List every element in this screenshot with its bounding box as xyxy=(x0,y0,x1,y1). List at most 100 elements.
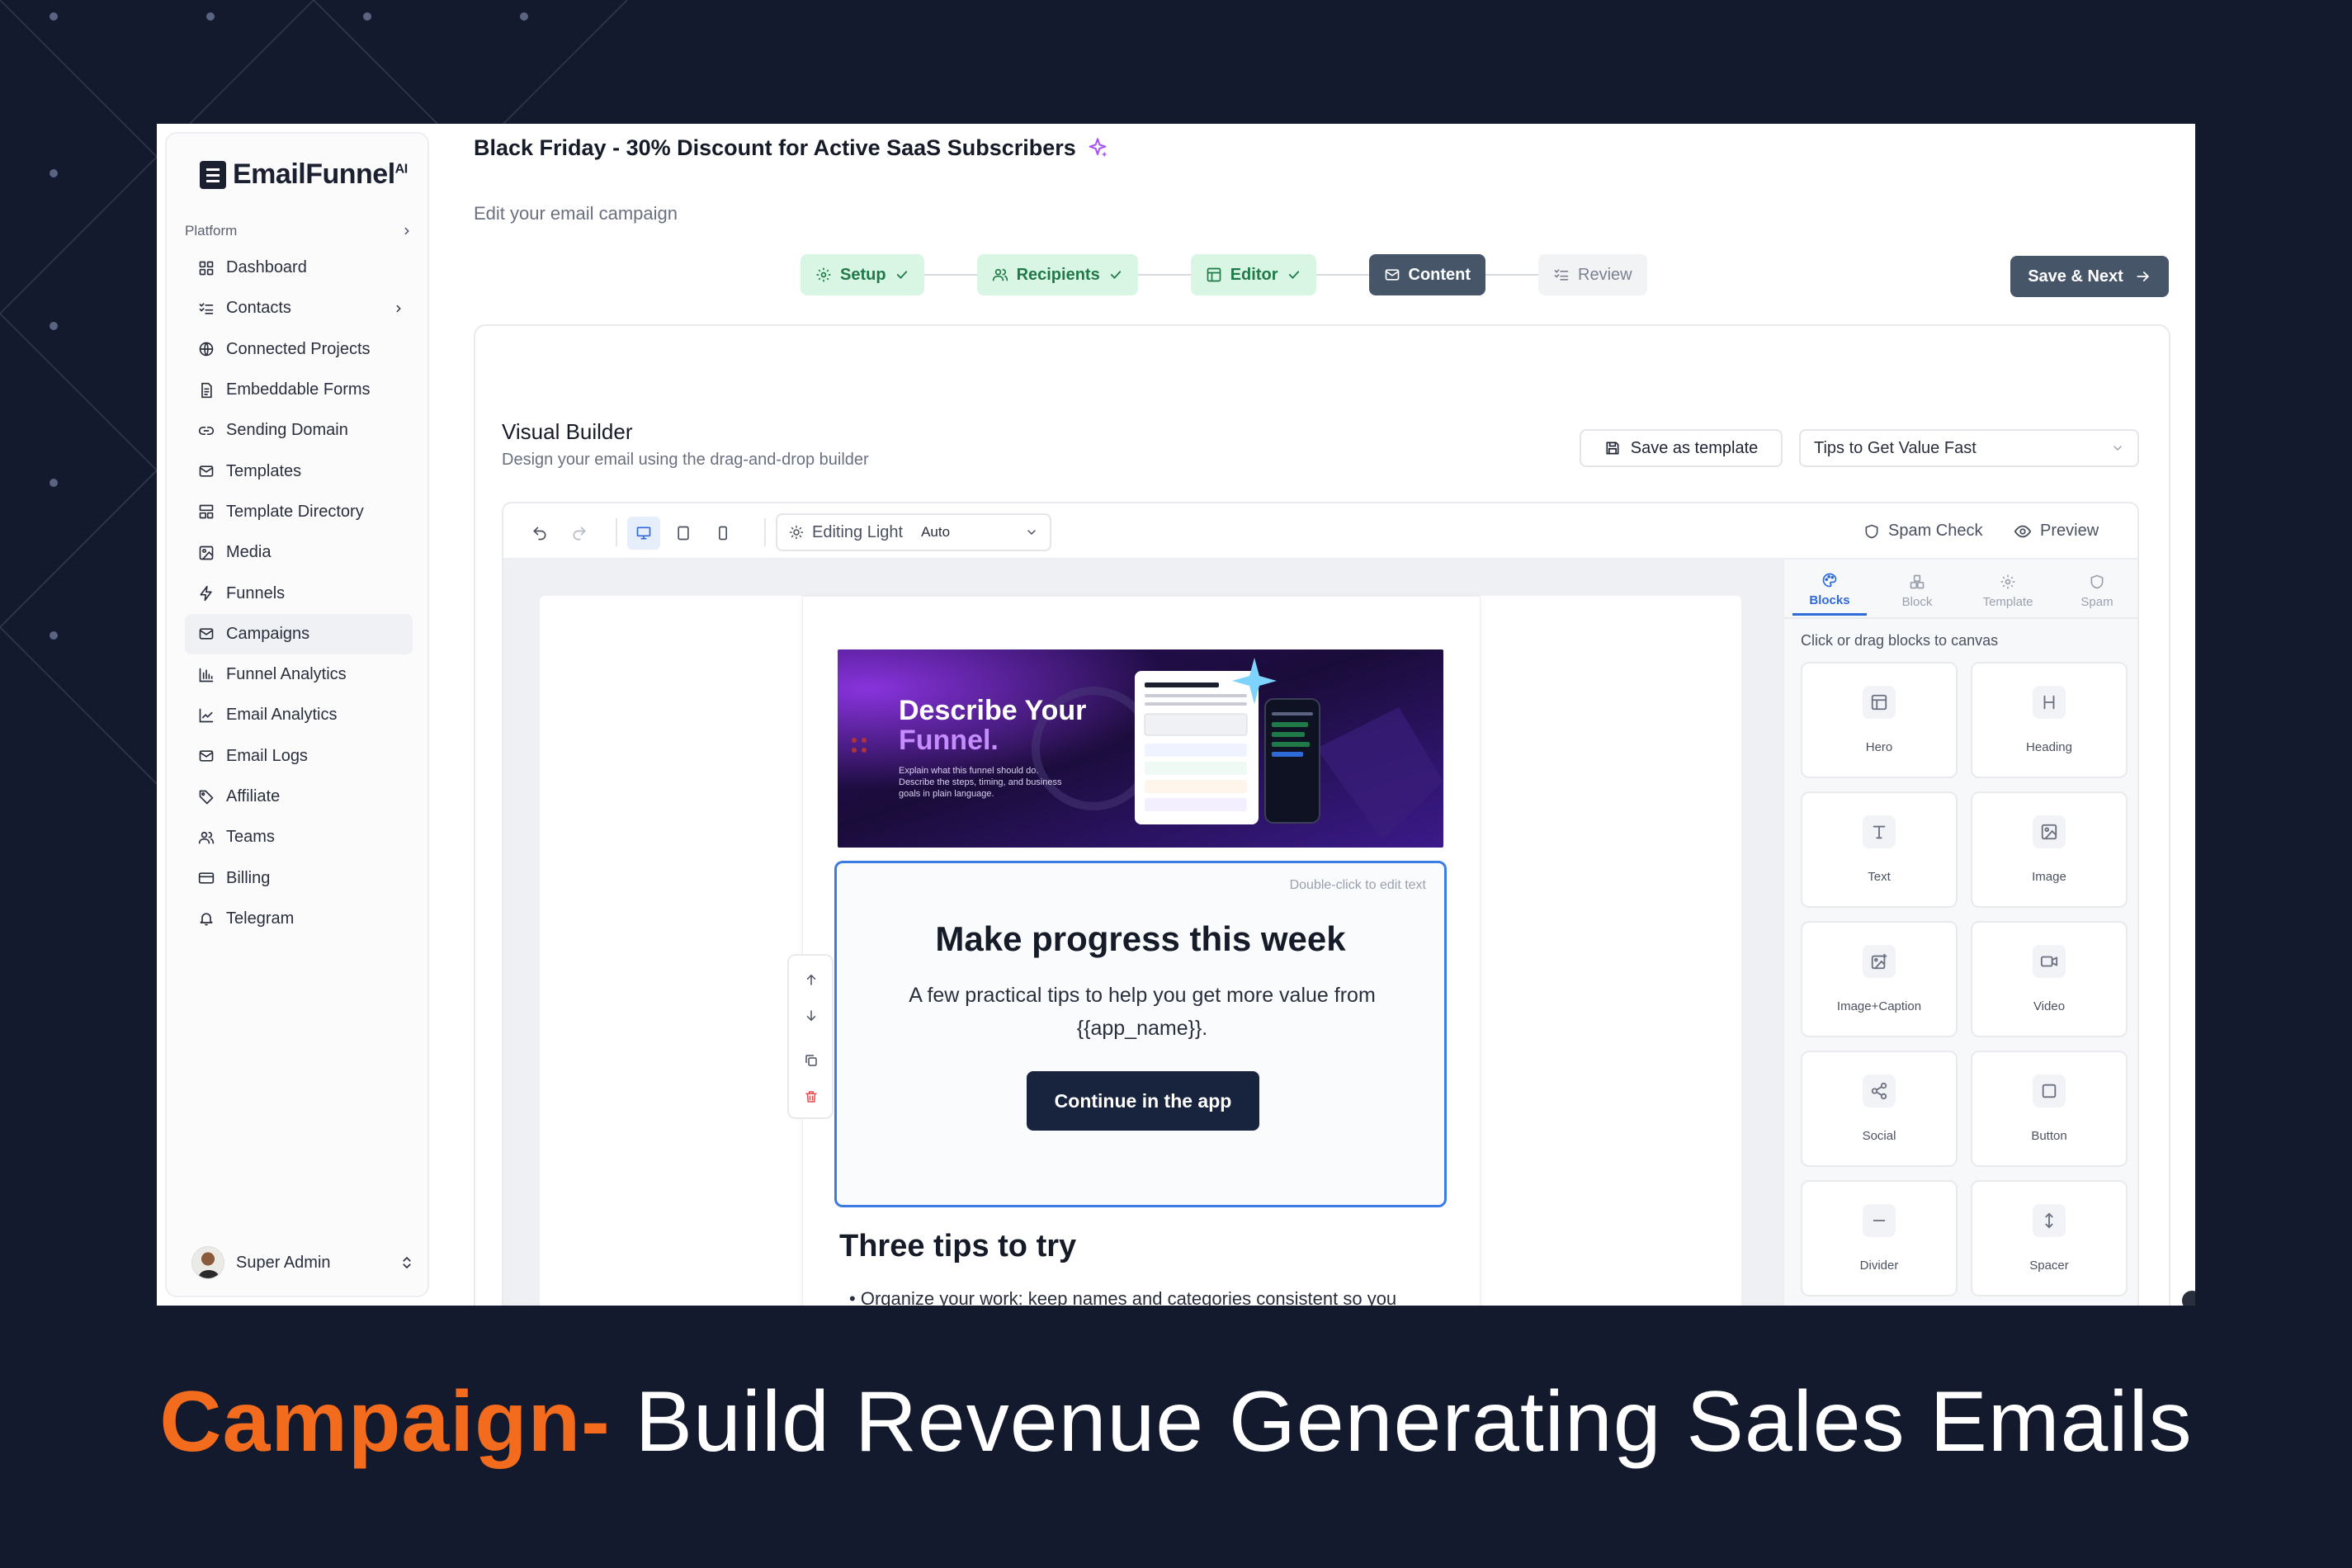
block-actions-toolbar xyxy=(787,954,834,1119)
block-label: Heading xyxy=(2026,740,2072,754)
block-heading[interactable]: Make progress this week xyxy=(837,919,1444,959)
blocks-hint: Click or drag blocks to canvas xyxy=(1801,632,1999,649)
arrow-right-icon xyxy=(2137,272,2149,281)
duplicate-button[interactable] xyxy=(802,1051,820,1070)
save-as-template-button[interactable]: Save as template xyxy=(1580,429,1783,467)
blocks-panel: Blocks Block Template Spam Click or drag… xyxy=(1783,560,2137,1306)
sidebar-item-affiliate[interactable]: Affiliate xyxy=(185,777,413,817)
sidebar-item-email-logs[interactable]: Email Logs xyxy=(185,736,413,777)
block-spacer[interactable]: Spacer xyxy=(1971,1180,2128,1296)
step-review[interactable]: Review xyxy=(1538,254,1647,295)
gear-icon xyxy=(816,267,831,282)
selected-content-block[interactable]: Double-click to edit text Make progress … xyxy=(787,861,1447,1207)
sidebar-item-connected-projects[interactable]: Connected Projects xyxy=(185,329,413,370)
step-label: Review xyxy=(1578,265,1632,284)
block-heading[interactable]: Heading xyxy=(1971,662,2128,778)
mail-icon xyxy=(198,463,215,479)
tab-block[interactable]: Block xyxy=(1880,566,1954,616)
editing-mode-label: Editing Light xyxy=(812,522,904,541)
sidebar-item-telegram[interactable]: Telegram xyxy=(185,899,413,939)
tab-spam[interactable]: Spam xyxy=(2060,566,2134,616)
toolbar-divider xyxy=(616,518,617,546)
eye-icon xyxy=(2014,525,2032,537)
redo-button[interactable] xyxy=(563,517,596,550)
sidebar-item-contacts[interactable]: Contacts xyxy=(185,288,413,328)
step-editor[interactable]: Editor xyxy=(1190,254,1316,295)
block-divider[interactable]: Divider xyxy=(1801,1180,1958,1296)
sparkle-icon[interactable] xyxy=(1086,137,1109,160)
block-icon xyxy=(1910,574,1925,588)
sidebar-item-sending-domain[interactable]: Sending Domain xyxy=(185,410,413,451)
block-video[interactable]: Video xyxy=(1971,921,2128,1037)
marketing-caption: Campaign- Build Revenue Generating Sales… xyxy=(0,1373,2352,1471)
block-text[interactable]: Text xyxy=(1801,791,1958,908)
brand-name: EmailFunnel xyxy=(233,158,395,190)
sidebar-item-label: Campaigns xyxy=(226,624,310,643)
sidebar-item-template-directory[interactable]: Template Directory xyxy=(185,492,413,532)
section-heading[interactable]: Three tips to try xyxy=(839,1229,1076,1264)
sidebar-item-funnels[interactable]: Funnels xyxy=(185,573,413,613)
sidebar-item-label: Funnel Analytics xyxy=(226,665,347,684)
sidebar-item-embeddable-forms[interactable]: Embeddable Forms xyxy=(185,370,413,410)
move-down-button[interactable] xyxy=(802,1007,820,1025)
gear-icon xyxy=(2000,574,2015,588)
mobile-view-button[interactable] xyxy=(706,517,739,550)
list-item[interactable]: • Organize your work: keep names and cat… xyxy=(849,1288,1396,1306)
toolbar-divider xyxy=(764,518,766,546)
desktop-view-button[interactable] xyxy=(627,517,660,550)
step-setup[interactable]: Setup xyxy=(801,254,924,295)
sidebar-item-media[interactable]: Media xyxy=(185,532,413,573)
block-social[interactable]: Social xyxy=(1801,1051,1958,1167)
tab-blocks[interactable]: Blocks xyxy=(1792,566,1867,616)
blocks-panel-tabs: Blocks Block Template Spam xyxy=(1784,560,2137,619)
divider-icon xyxy=(1863,1204,1896,1237)
step-recipients[interactable]: Recipients xyxy=(976,254,1138,295)
save-next-button[interactable]: Save & Next xyxy=(2010,256,2169,297)
move-up-button[interactable] xyxy=(802,971,820,989)
preview-button[interactable]: Preview xyxy=(2014,522,2099,541)
sidebar-item-campaigns[interactable]: Campaigns xyxy=(185,613,413,654)
block-image[interactable]: Image xyxy=(1971,791,2128,908)
sidebar-item-label: Affiliate xyxy=(226,787,281,805)
sidebar-item-label: Email Logs xyxy=(226,746,308,765)
sidebar-item-billing[interactable]: Billing xyxy=(185,857,413,898)
campaign-title: Black Friday - 30% Discount for Active S… xyxy=(474,135,1076,160)
hero-image[interactable]: Describe Your Funnel. Explain what this … xyxy=(838,649,1443,848)
email-body[interactable]: Describe Your Funnel. Explain what this … xyxy=(787,596,1481,1306)
spam-check-button[interactable]: Spam Check xyxy=(1863,522,1983,541)
sidebar-item-teams[interactable]: Teams xyxy=(185,817,413,857)
image-icon xyxy=(198,545,215,561)
copy-icon xyxy=(805,1055,817,1066)
block-text[interactable]: A few practical tips to help you get mor… xyxy=(886,979,1398,1045)
save-template-label: Save as template xyxy=(1630,438,1759,457)
sidebar-item-dashboard[interactable]: Dashboard xyxy=(185,248,413,288)
step-connector xyxy=(1315,274,1369,276)
scroll-handle[interactable] xyxy=(2182,1291,2195,1306)
step-content[interactable]: Content xyxy=(1368,254,1486,295)
blocks-grid: Hero Heading Text Image Image+Caption Vi… xyxy=(1801,662,2128,1296)
brand-logo[interactable]: EmailFunnelAI xyxy=(200,158,408,191)
email-canvas[interactable]: Describe Your Funnel. Explain what this … xyxy=(503,560,1783,1306)
user-menu[interactable]: Super Admin xyxy=(191,1246,414,1279)
hero-title-line2: Funnel. xyxy=(899,725,999,756)
sidebar-item-email-analytics[interactable]: Email Analytics xyxy=(185,695,413,735)
tablet-view-button[interactable] xyxy=(667,517,700,550)
nav-group-platform[interactable]: Platform xyxy=(185,223,413,239)
chevron-up-down-icon xyxy=(403,1256,411,1269)
template-select[interactable]: Tips to Get Value Fast xyxy=(1799,429,2139,467)
editing-mode-select[interactable]: Editing Light Auto xyxy=(776,513,1051,551)
block-hero[interactable]: Hero xyxy=(1801,662,1958,778)
block-button[interactable]: Button xyxy=(1971,1051,2128,1167)
undo-button[interactable] xyxy=(523,517,556,550)
sidebar-item-funnel-analytics[interactable]: Funnel Analytics xyxy=(185,654,413,695)
block-label: Social xyxy=(1862,1129,1896,1143)
block-image-caption[interactable]: Image+Caption xyxy=(1801,921,1958,1037)
layout-icon xyxy=(1207,267,1221,282)
tab-template[interactable]: Template xyxy=(1971,566,2045,616)
sidebar-item-label: Teams xyxy=(226,828,275,847)
sidebar-item-templates[interactable]: Templates xyxy=(185,451,413,491)
delete-button[interactable] xyxy=(802,1088,820,1106)
tab-label: Spam xyxy=(2080,594,2113,609)
cta-button[interactable]: Continue in the app xyxy=(1027,1071,1259,1131)
step-connector xyxy=(1485,274,1539,276)
